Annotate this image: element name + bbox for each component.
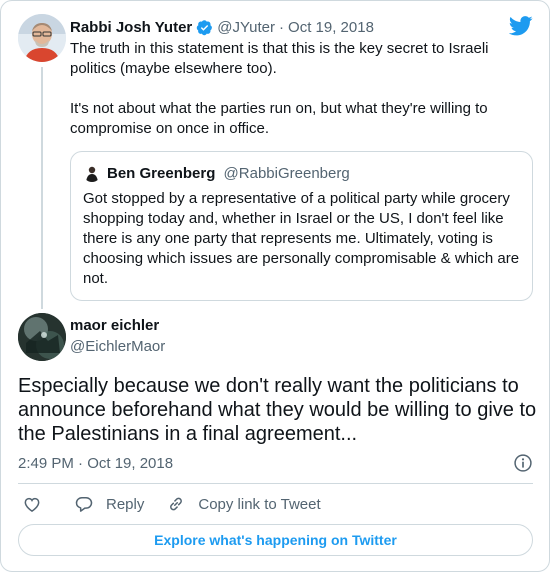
avatar[interactable] — [18, 14, 66, 62]
avatar-photo — [18, 313, 66, 361]
quoted-avatar-photo — [83, 164, 101, 182]
tweet-text: Especially because we don't really want … — [18, 375, 537, 445]
reply-button[interactable]: Reply — [74, 494, 144, 514]
quoted-avatar — [83, 164, 101, 182]
tweet-timestamp[interactable]: 2:49 PM · Oct 19, 2018 — [18, 455, 173, 472]
tweet-text: The truth in this statement is that this… — [70, 39, 530, 139]
tweet-header: maor eichler @EichlerMaor — [70, 316, 165, 357]
heart-icon — [24, 497, 40, 512]
tweet-header: Rabbi Josh Yuter @JYuter · Oct 19, 2018 — [70, 16, 374, 38]
avatar[interactable] — [18, 313, 66, 361]
copy-link-button[interactable]: Copy link to Tweet — [166, 494, 321, 514]
tweet-embed-card: Rabbi Josh Yuter @JYuter · Oct 19, 2018 … — [0, 0, 550, 572]
quoted-header: Ben Greenberg @RabbiGreenberg — [107, 164, 350, 184]
explore-twitter-button[interactable]: Explore what's happening on Twitter — [18, 524, 533, 556]
tweet-paragraph: The truth in this statement is that this… — [70, 40, 489, 77]
author-name[interactable]: maor eichler — [70, 316, 165, 336]
quoted-text: Got stopped by a representative of a pol… — [83, 190, 520, 287]
thread-connector — [41, 67, 43, 309]
divider — [18, 483, 533, 484]
link-icon — [170, 497, 183, 511]
action-bar: Reply Copy link to Tweet — [18, 493, 321, 515]
author-name[interactable]: Rabbi Josh Yuter — [70, 19, 192, 36]
reply-icon — [75, 497, 93, 512]
quoted-tweet[interactable]: Ben Greenberg @RabbiGreenberg Got stoppe… — [70, 151, 533, 301]
author-handle[interactable]: @JYuter — [217, 19, 275, 36]
verified-badge-icon — [197, 19, 213, 35]
avatar-photo — [18, 14, 66, 62]
tweet-meta: 2:49 PM · Oct 19, 2018 — [18, 453, 533, 473]
like-button[interactable] — [22, 494, 42, 514]
info-icon[interactable] — [513, 453, 533, 473]
author-handle[interactable]: @EichlerMaor — [70, 337, 165, 357]
quoted-author-handle: @RabbiGreenberg — [223, 165, 350, 182]
tweet-paragraph: It's not about what the parties run on, … — [70, 100, 488, 137]
tweet-date[interactable]: Oct 19, 2018 — [288, 19, 374, 36]
reply-label: Reply — [106, 495, 145, 513]
copy-link-label: Copy link to Tweet — [198, 495, 321, 513]
twitter-bird-icon[interactable] — [509, 16, 533, 36]
quoted-author-name: Ben Greenberg — [107, 165, 216, 182]
separator-dot: · — [279, 18, 285, 36]
